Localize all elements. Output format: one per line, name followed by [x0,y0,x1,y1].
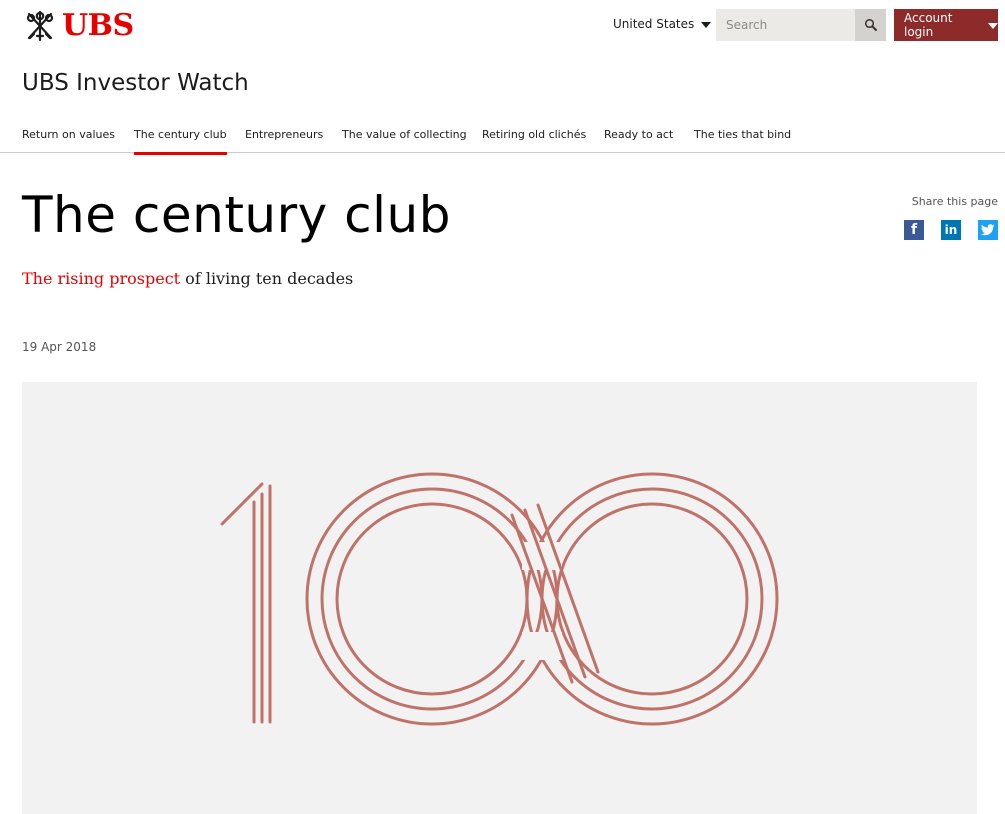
account-login-button[interactable]: Account login [894,9,998,41]
nav-item-entrepreneurs[interactable]: Entrepreneurs [245,128,323,141]
account-login-label: Account login [904,11,953,39]
search-box [716,9,886,41]
article-subtitle: The rising prospect of living ten decade… [22,269,353,288]
page-title: The century club [22,186,451,244]
nav-item-ready-to-act[interactable]: Ready to act [604,128,673,141]
twitter-bird-glyph [981,224,995,236]
nav-item-ties-that-bind[interactable]: The ties that bind [694,128,791,141]
nav-item-return-on-values[interactable]: Return on values [22,128,115,141]
nav-item-value-of-collecting[interactable]: The value of collecting [342,128,467,141]
twitter-icon[interactable] [978,220,998,240]
linkedin-icon[interactable]: in [941,220,961,240]
ubs-logo[interactable]: UBS [22,8,134,44]
region-label: United States [613,17,695,31]
ubs-keys-icon [26,10,54,42]
ubs-logo-text: UBS [62,8,134,43]
site-title[interactable]: UBS Investor Watch [22,70,249,96]
search-input[interactable] [716,9,855,41]
search-button[interactable] [855,9,886,41]
section-nav: Return on values The century club Entrep… [0,128,1005,155]
nav-item-retiring-old-cliches[interactable]: Retiring old clichés [482,128,586,141]
chevron-down-icon [988,23,998,29]
region-selector[interactable]: United States [613,17,712,31]
share-icons: f in [904,220,998,240]
subtitle-accent: The rising prospect [22,269,181,288]
subtitle-rest: of living ten decades [180,269,354,288]
century-100-illustration [220,472,779,726]
publish-date: 19 Apr 2018 [22,340,97,354]
search-icon [864,18,877,31]
share-label: Share this page [911,195,998,208]
hero-image [22,382,977,814]
chevron-down-icon [701,22,712,28]
nav-item-century-club[interactable]: The century club [134,128,227,155]
facebook-icon[interactable]: f [904,220,924,240]
